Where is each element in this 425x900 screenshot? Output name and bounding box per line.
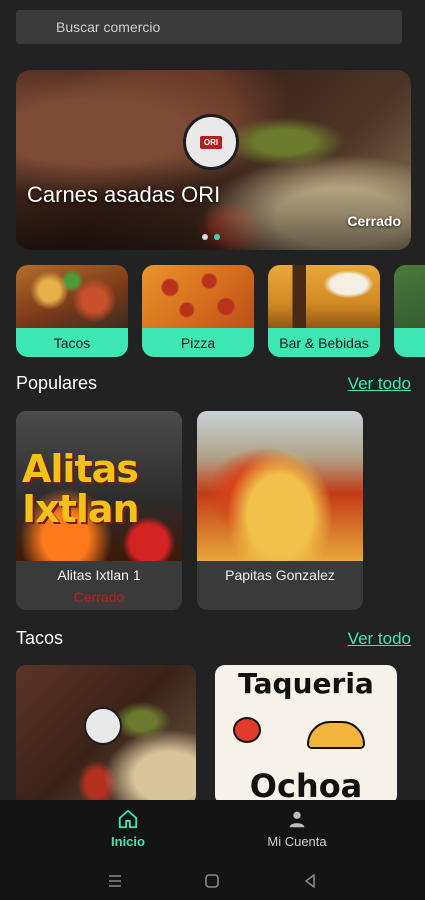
system-navigation-bar bbox=[0, 862, 425, 900]
tomato-illustration bbox=[233, 717, 261, 743]
taco-illustration bbox=[307, 721, 365, 749]
tacos-title: Tacos bbox=[16, 628, 64, 648]
taco-card-image bbox=[16, 665, 196, 805]
home-square-icon[interactable] bbox=[203, 872, 221, 890]
category-bar-image bbox=[268, 265, 380, 329]
popular-card-status: Cerrado bbox=[73, 589, 125, 605]
popular-card-name: Papitas Gonzalez bbox=[225, 567, 335, 583]
category-pizza[interactable]: Pizza bbox=[142, 265, 254, 357]
populares-see-all-link[interactable]: Ver todo bbox=[348, 374, 411, 394]
populares-title: Populares bbox=[16, 373, 98, 393]
tacos-see-all-link[interactable]: Ver todo bbox=[348, 629, 411, 649]
category-pizza-image bbox=[142, 265, 254, 329]
category-label: Tacos bbox=[16, 328, 128, 357]
home-icon bbox=[118, 809, 138, 829]
category-label: Pizza bbox=[142, 328, 254, 357]
taco-card[interactable]: Taqueria Ochoa bbox=[215, 665, 397, 805]
carousel-dot-1[interactable] bbox=[202, 234, 208, 240]
person-icon bbox=[289, 811, 305, 828]
taco-card[interactable] bbox=[16, 665, 196, 805]
featured-title: Carnes asadas ORI bbox=[27, 182, 221, 207]
alitas-logo-text: Alitas Ixtlan bbox=[22, 447, 140, 531]
category-tacos-image bbox=[16, 265, 128, 329]
featured-banner[interactable]: ORI Carnes asadas ORI Cerrado bbox=[16, 70, 411, 250]
category-label bbox=[394, 328, 425, 357]
nav-account[interactable]: Mi Cuenta bbox=[227, 808, 367, 849]
app-screen: ORI Carnes asadas ORI Cerrado Tacos Pizz… bbox=[0, 0, 425, 900]
popular-card-name: Alitas Ixtlan 1 bbox=[57, 567, 141, 583]
category-tacos[interactable]: Tacos bbox=[16, 265, 128, 357]
taqueria-logo-text: Taqueria bbox=[238, 667, 374, 700]
carousel-dot-2[interactable] bbox=[214, 234, 220, 240]
back-icon[interactable] bbox=[301, 872, 319, 890]
taco-card-image: Taqueria Ochoa bbox=[215, 665, 397, 805]
carousel-indicator bbox=[202, 234, 220, 240]
category-partial[interactable] bbox=[394, 265, 425, 357]
nav-home-label: Inicio bbox=[111, 834, 145, 849]
popular-card[interactable]: Alitas Ixtlan Alitas Ixtlan 1 Cerrado bbox=[16, 411, 182, 610]
nav-account-label: Mi Cuenta bbox=[267, 834, 327, 849]
ori-logo bbox=[84, 707, 122, 745]
popular-card[interactable]: Papitas Gonzalez bbox=[197, 411, 363, 610]
menu-icon[interactable] bbox=[106, 872, 124, 890]
popular-card-image: Alitas Ixtlan bbox=[16, 411, 182, 561]
featured-status: Cerrado bbox=[347, 213, 401, 229]
category-partial-image bbox=[394, 265, 425, 329]
bottom-navigation: Inicio Mi Cuenta bbox=[0, 800, 425, 862]
category-bar-bebidas[interactable]: Bar & Bebidas bbox=[268, 265, 380, 357]
search-bar[interactable] bbox=[16, 10, 402, 44]
category-list: Tacos Pizza Bar & Bebidas bbox=[16, 265, 425, 357]
popular-card-image bbox=[197, 411, 363, 561]
nav-home[interactable]: Inicio bbox=[58, 808, 198, 849]
category-label: Bar & Bebidas bbox=[268, 328, 380, 357]
featured-logo: ORI bbox=[183, 114, 239, 170]
search-input[interactable] bbox=[56, 19, 402, 35]
featured-logo-text: ORI bbox=[199, 135, 223, 149]
